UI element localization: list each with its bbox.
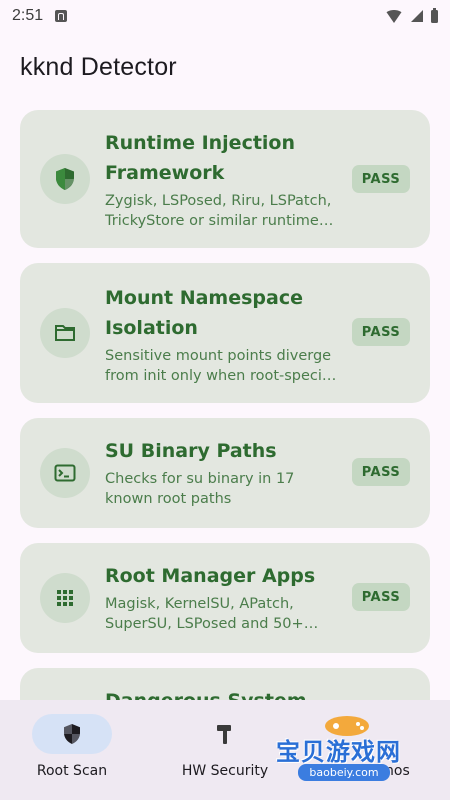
grid-icon	[40, 573, 90, 623]
check-title: Runtime Injection Framework	[105, 132, 296, 184]
check-card-mount-namespace[interactable]: Mount Namespace Isolation Sensitive moun…	[20, 263, 430, 403]
check-description: Sensitive mount points diverge from init…	[105, 348, 337, 384]
status-badge: PASS	[352, 458, 410, 486]
status-icons	[385, 7, 438, 23]
check-title: SU Binary Paths	[105, 440, 277, 462]
check-card-runtime-injection[interactable]: Runtime Injection Framework Zygisk, LSPo…	[20, 110, 430, 248]
nav-item-root-scan[interactable]: Root Scan	[12, 714, 132, 779]
check-card-text: Root Manager Apps Magisk, KernelSU, APat…	[105, 561, 337, 634]
status-bar: 2:51	[0, 0, 450, 32]
watermark-logo: 宝贝游戏网 baobeiy.com	[272, 712, 432, 790]
shield-icon	[40, 154, 90, 204]
watermark-text: 宝贝游戏网	[276, 738, 401, 766]
terminal-icon	[40, 448, 90, 498]
check-card-dangerous-system[interactable]: Dangerous System	[20, 668, 430, 700]
check-card-su-binary[interactable]: SU Binary Paths Checks for su binary in …	[20, 418, 430, 528]
notification-icon	[55, 10, 68, 22]
status-badge: PASS	[352, 318, 410, 346]
battery-icon	[431, 7, 438, 23]
status-time: 2:51	[12, 7, 44, 24]
check-card-text: Runtime Injection Framework Zygisk, LSPo…	[105, 128, 337, 231]
nav-item-hw-security[interactable]: HW Security	[165, 714, 285, 779]
app-title: kknd Detector	[20, 53, 177, 81]
check-card-text: Mount Namespace Isolation Sensitive moun…	[105, 283, 337, 386]
hammer-icon	[185, 714, 265, 754]
folder-icon	[40, 308, 90, 358]
check-description: Checks for su binary in 17 known root pa…	[105, 471, 295, 507]
check-card-text: SU Binary Paths Checks for su binary in …	[105, 436, 337, 509]
nav-label: Root Scan	[36, 763, 108, 779]
check-title: Root Manager Apps	[105, 565, 316, 587]
wifi-icon	[385, 9, 403, 23]
check-description: Magisk, KernelSU, APatch, SuperSU, LSPos…	[105, 596, 304, 632]
signal-icon	[411, 10, 423, 22]
check-title: Dangerous System	[105, 686, 337, 700]
status-badge: PASS	[352, 583, 410, 611]
status-badge: PASS	[352, 165, 410, 193]
watermark-url: baobeiy.com	[298, 764, 390, 781]
shield-icon	[32, 714, 112, 754]
check-description: Zygisk, LSPosed, Riru, LSPatch, TrickySt…	[105, 193, 332, 229]
check-title: Mount Namespace Isolation	[105, 287, 303, 339]
check-card-root-manager[interactable]: Root Manager Apps Magisk, KernelSU, APat…	[20, 543, 430, 653]
check-list[interactable]: Runtime Injection Framework Zygisk, LSPo…	[0, 106, 450, 700]
nav-label: HW Security	[181, 763, 269, 779]
check-card-text: Dangerous System	[105, 686, 337, 700]
